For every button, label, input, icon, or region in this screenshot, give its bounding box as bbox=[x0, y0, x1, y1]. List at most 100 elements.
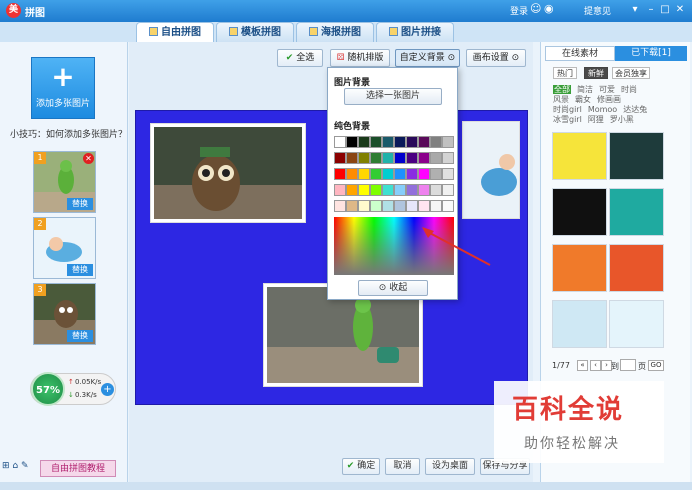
color-swatch[interactable] bbox=[442, 200, 454, 212]
page-input[interactable] bbox=[620, 359, 636, 371]
color-swatch[interactable] bbox=[406, 200, 418, 212]
color-swatch[interactable] bbox=[334, 184, 346, 196]
color-swatch[interactable] bbox=[358, 152, 370, 164]
minimize-icon[interactable]: – bbox=[644, 3, 658, 17]
keyword-link[interactable]: 罗小黑 bbox=[610, 115, 634, 124]
color-swatch[interactable] bbox=[370, 136, 382, 148]
template-thumb[interactable] bbox=[552, 300, 607, 348]
replace-button[interactable]: 替换 bbox=[67, 264, 93, 276]
color-swatch[interactable] bbox=[358, 200, 370, 212]
color-swatch[interactable] bbox=[394, 200, 406, 212]
replace-button[interactable]: 替换 bbox=[67, 330, 93, 342]
color-swatch[interactable] bbox=[382, 168, 394, 180]
tutorial-button[interactable]: 自由拼图教程 bbox=[40, 460, 116, 477]
keyword-link[interactable]: 冰雪girl bbox=[553, 115, 582, 124]
color-swatch[interactable] bbox=[430, 200, 442, 212]
cancel-button[interactable]: 取消 bbox=[385, 458, 420, 475]
category-members[interactable]: 会员独享 bbox=[612, 67, 650, 79]
color-swatch[interactable] bbox=[406, 184, 418, 196]
tip-link[interactable]: 小技巧：如何添加多张图片？ bbox=[10, 127, 127, 140]
color-swatch[interactable] bbox=[406, 168, 418, 180]
color-swatch[interactable] bbox=[442, 152, 454, 164]
color-swatch[interactable] bbox=[358, 168, 370, 180]
category-hot[interactable]: 热门 bbox=[553, 67, 577, 79]
color-swatch[interactable] bbox=[382, 152, 394, 164]
first-page-icon[interactable]: « bbox=[577, 360, 588, 371]
keyword-link[interactable]: 时尚 bbox=[621, 85, 637, 94]
random-layout-button[interactable]: ⚄ 随机排版 bbox=[330, 49, 390, 67]
delete-icon[interactable]: ✕ bbox=[83, 153, 94, 164]
color-swatch[interactable] bbox=[334, 168, 346, 180]
color-swatch[interactable] bbox=[382, 136, 394, 148]
plus-icon[interactable]: + bbox=[101, 383, 114, 396]
color-swatch[interactable] bbox=[394, 152, 406, 164]
keyword-link[interactable]: 修画画 bbox=[597, 95, 621, 104]
template-thumb[interactable] bbox=[552, 188, 607, 236]
color-swatch[interactable] bbox=[334, 200, 346, 212]
color-swatch[interactable] bbox=[346, 168, 358, 180]
skin-icon[interactable]: ▾ bbox=[628, 3, 642, 17]
color-swatch[interactable] bbox=[370, 200, 382, 212]
template-thumb[interactable] bbox=[609, 300, 664, 348]
color-swatch[interactable] bbox=[334, 152, 346, 164]
set-desktop-button[interactable]: 设为桌面 bbox=[425, 458, 475, 475]
go-button[interactable]: GO bbox=[648, 360, 664, 371]
color-swatch[interactable] bbox=[442, 168, 454, 180]
replace-button[interactable]: 替换 bbox=[67, 198, 93, 210]
keyword-link[interactable]: 可爱 bbox=[599, 85, 615, 94]
wrench-icon[interactable]: ✎ bbox=[21, 461, 29, 471]
template-thumb[interactable] bbox=[609, 132, 664, 180]
keyword-link[interactable]: 时尚girl bbox=[553, 105, 582, 114]
color-swatch[interactable] bbox=[418, 184, 430, 196]
choose-image-button[interactable]: 选择一张图片 bbox=[344, 88, 442, 105]
tab-template-collage[interactable]: 模板拼图 bbox=[216, 22, 294, 42]
maximize-icon[interactable]: □ bbox=[658, 3, 672, 17]
confirm-button[interactable]: ✔ 确定 bbox=[342, 458, 380, 475]
tab-image-stitch[interactable]: 图片拼接 bbox=[376, 22, 454, 42]
color-swatch[interactable] bbox=[430, 136, 442, 148]
color-swatch[interactable] bbox=[346, 136, 358, 148]
color-swatch[interactable] bbox=[346, 200, 358, 212]
keyword-link[interactable]: 达达兔 bbox=[623, 105, 647, 114]
weibo-icon[interactable]: ◉ bbox=[544, 2, 554, 15]
qq-icon[interactable]: ☺ bbox=[530, 2, 541, 15]
color-swatch[interactable] bbox=[418, 168, 430, 180]
color-swatch[interactable] bbox=[418, 136, 430, 148]
template-thumb[interactable] bbox=[609, 244, 664, 292]
color-swatch[interactable] bbox=[442, 136, 454, 148]
color-swatch[interactable] bbox=[346, 184, 358, 196]
color-swatch[interactable] bbox=[382, 184, 394, 196]
photo-owl[interactable] bbox=[150, 123, 306, 223]
color-swatch[interactable] bbox=[394, 184, 406, 196]
tab-downloaded[interactable]: 已下载[1] bbox=[615, 46, 687, 61]
custom-background-button[interactable]: 自定义背景 ⊙ bbox=[395, 49, 460, 67]
color-swatch[interactable] bbox=[418, 200, 430, 212]
color-swatch[interactable] bbox=[382, 200, 394, 212]
color-swatch[interactable] bbox=[394, 136, 406, 148]
color-swatch[interactable] bbox=[418, 152, 430, 164]
color-swatch[interactable] bbox=[346, 152, 358, 164]
color-swatch[interactable] bbox=[358, 184, 370, 196]
add-images-button[interactable]: + 添加多张图片 bbox=[31, 57, 95, 119]
keyword-link[interactable]: Momoo bbox=[588, 105, 617, 114]
color-swatch[interactable] bbox=[430, 152, 442, 164]
keyword-link[interactable]: 阿狸 bbox=[588, 115, 604, 124]
keyword-link[interactable]: 简洁 bbox=[577, 85, 593, 94]
close-icon[interactable]: ✕ bbox=[673, 3, 687, 17]
photo-child[interactable] bbox=[462, 121, 520, 219]
tab-poster-collage[interactable]: 海报拼图 bbox=[296, 22, 374, 42]
canvas-settings-button[interactable]: 画布设置 ⊙ bbox=[466, 49, 526, 67]
home-icon[interactable]: ⌂ bbox=[12, 461, 18, 471]
keyword-link[interactable]: 风景 bbox=[553, 95, 569, 104]
color-swatch[interactable] bbox=[442, 184, 454, 196]
color-swatch[interactable] bbox=[430, 184, 442, 196]
feedback-link[interactable]: 提意见 bbox=[584, 4, 611, 17]
template-thumb[interactable] bbox=[609, 188, 664, 236]
thumbnail-1[interactable]: 1 ✕ 替换 bbox=[33, 151, 96, 213]
template-thumb[interactable] bbox=[552, 244, 607, 292]
select-all-button[interactable]: ✔ 全选 bbox=[277, 49, 323, 67]
tab-free-collage[interactable]: 自由拼图 bbox=[136, 22, 214, 42]
template-thumb[interactable] bbox=[552, 132, 607, 180]
collapse-button[interactable]: ⊙ 收起 bbox=[358, 280, 428, 296]
color-swatch[interactable] bbox=[370, 168, 382, 180]
